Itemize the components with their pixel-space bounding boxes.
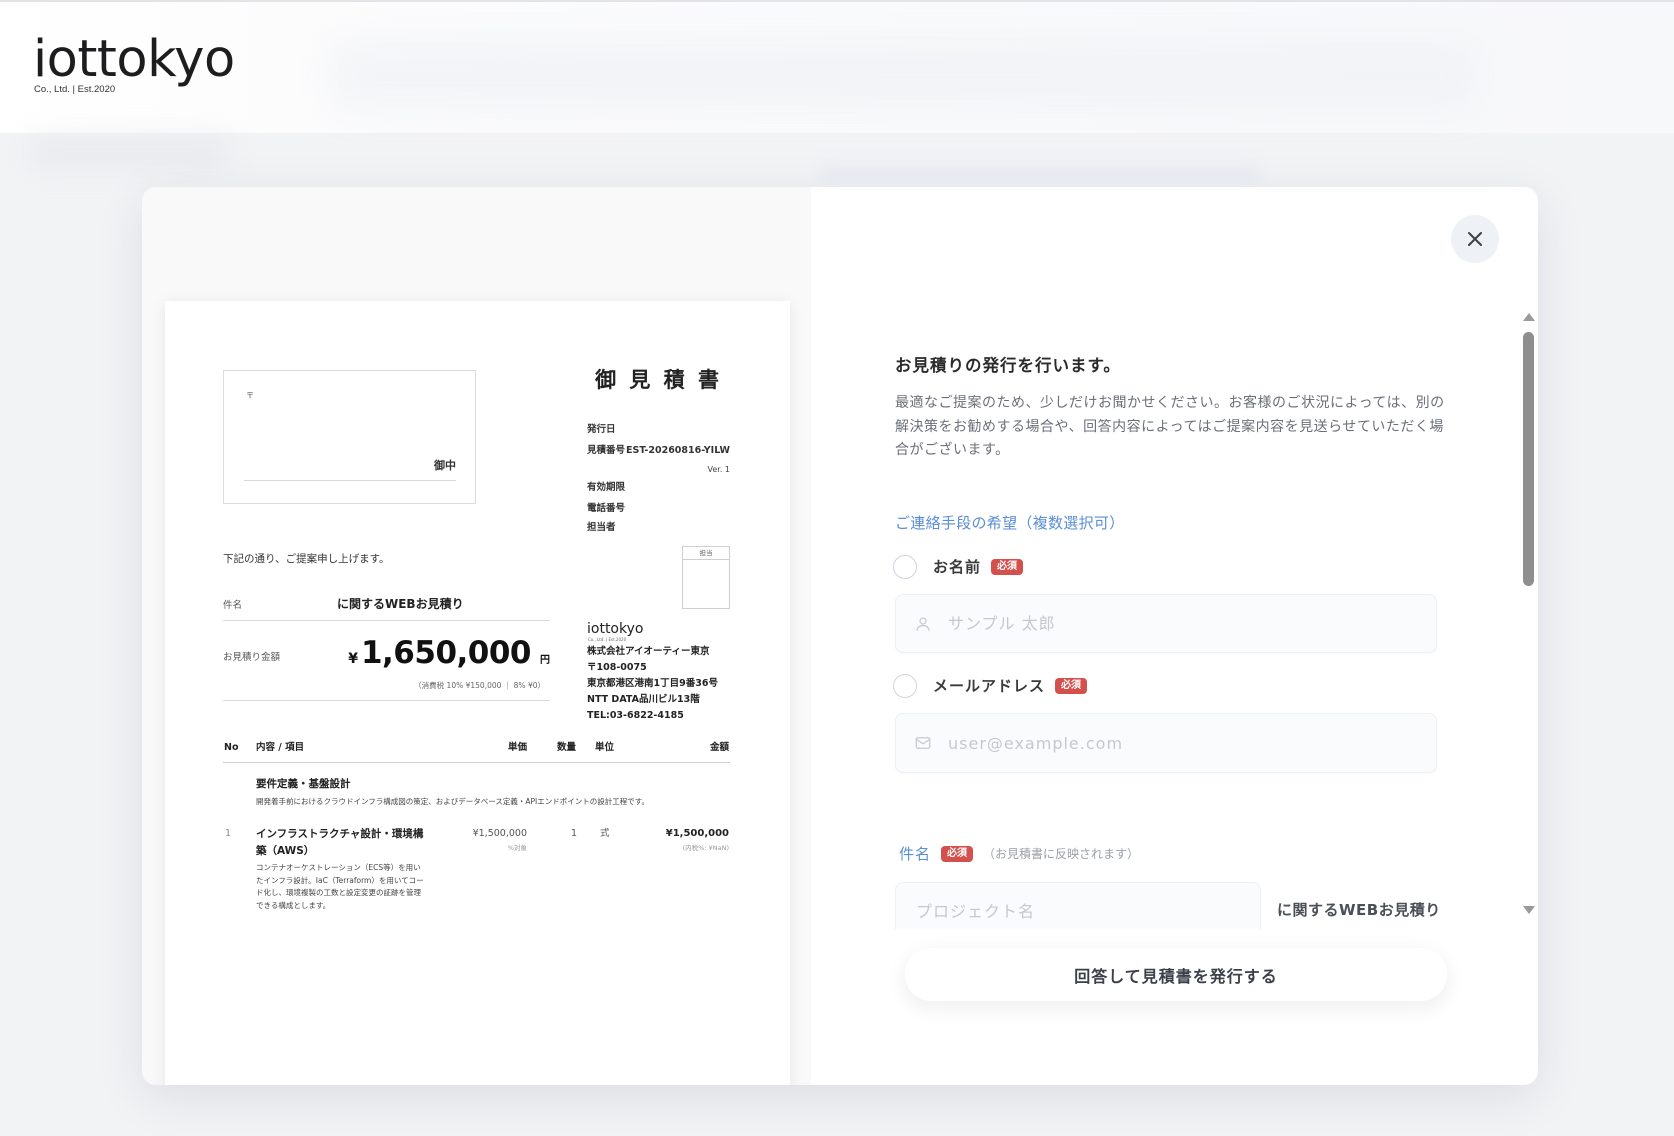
name-input[interactable] <box>948 595 1424 652</box>
scrollbar-thumb[interactable] <box>1523 332 1534 586</box>
amount-unit: 円 <box>540 655 550 666</box>
row-unit: 式 <box>600 828 610 839</box>
issuer-phone: TEL:03-6822-4185 <box>587 710 684 721</box>
required-badge: 必須 <box>941 846 974 862</box>
issuer-address-line: 東京都港区港南1丁目9番36号 <box>587 678 718 689</box>
amount-label: お見積り金額 <box>223 652 281 663</box>
name-option-radio[interactable] <box>893 555 917 579</box>
contact-option-email[interactable]: メールアドレス 必須 <box>893 674 1088 698</box>
tax-note: （消費税 10% ¥150,000 ｜ 8% ¥0） <box>414 681 545 690</box>
recipient-postal-mark: 〒 <box>246 391 254 400</box>
row-amount: ¥1,500,000 <box>665 828 729 839</box>
issuer-building: NTT DATA品川ビル13階 <box>587 694 700 705</box>
meta-version: Ver. 1 <box>707 465 730 474</box>
meta-label-issue-date: 発行日 <box>587 424 616 435</box>
close-icon <box>1468 232 1482 246</box>
project-name-field[interactable] <box>895 882 1261 929</box>
document-title: 御 見 積 書 <box>595 368 722 392</box>
currency-symbol: ¥ <box>348 651 358 667</box>
stamp-label: 担当 <box>683 547 729 560</box>
recipient-box: 〒 御中 <box>223 370 476 504</box>
subject-field-label: 件名 <box>899 845 932 863</box>
subject-divider <box>223 620 550 621</box>
email-input[interactable] <box>948 714 1424 772</box>
row-description: コンテナオーケストレーション（ECS等）を用いたインフラ設計。IaC（Terra… <box>256 863 424 911</box>
table-header: No 内容 / 項目 単価 数量 単位 金額 <box>223 741 730 763</box>
header-nav-backdrop <box>330 40 1480 110</box>
email-option-label[interactable]: メールアドレス <box>933 676 1045 696</box>
row-item-name: インフラストラクチャ設計・環境構築（AWS） <box>256 828 424 857</box>
form-heading: お見積りの発行を行います。 <box>895 356 1121 375</box>
quote-form-scroll-area[interactable]: お見積りの発行を行います。 最適なご提案のため、少しだけお聞かせください。お客様… <box>811 187 1538 929</box>
subject-label: 件名 <box>223 600 243 611</box>
meta-label-quote-number: 見積番号 <box>587 445 626 456</box>
mail-icon <box>915 737 931 749</box>
section-description: 開発着手前におけるクラウドインフラ構成図の策定、およびデータベース定義・APIエ… <box>256 797 650 806</box>
subject-field-note: （お見積書に反映されます） <box>983 847 1140 861</box>
header-qty: 数量 <box>557 742 577 753</box>
subject-value: に関するWEBお見積り <box>337 597 464 611</box>
meta-label-valid-until: 有効期限 <box>587 482 626 493</box>
quote-preview-pane: 〒 御中 御 見 積 書 発行日 見積番号 EST-20260816-YILW … <box>142 187 811 1085</box>
background-blur <box>30 138 230 168</box>
email-option-radio[interactable] <box>893 674 917 698</box>
quote-document: 〒 御中 御 見 積 書 発行日 見積番号 EST-20260816-YILW … <box>165 301 790 1085</box>
header-no: No <box>224 742 239 753</box>
row-qty: 1 <box>571 828 578 839</box>
form-lead: 最適なご提案のため、少しだけお聞かせください。お客様のご状況によっては、別の解決… <box>895 395 1445 458</box>
amount-value: 1,650,000 <box>360 635 532 671</box>
subject-field-label-row: 件名 必須 （お見積書に反映されます） <box>899 844 1139 864</box>
header-item: 内容 / 項目 <box>256 742 305 753</box>
row-number: 1 <box>225 828 232 839</box>
intro-text: 下記の通り、ご提案申し上げます。 <box>223 553 390 565</box>
header-unit-price: 単価 <box>507 742 527 753</box>
row-tax-note: (内税%: ¥NaN) <box>682 844 729 852</box>
close-button[interactable] <box>1451 215 1499 263</box>
row-tax-type: %対象 <box>507 844 527 852</box>
background-blur <box>820 168 1260 178</box>
name-field[interactable] <box>895 594 1437 653</box>
issuer-address: 株式会社アイオーティー東京 〒108-0075 東京都港区港南1丁目9番36号 … <box>587 644 718 724</box>
brand-logo[interactable]: iottokyo <box>33 34 235 85</box>
contact-method-label: ご連絡手段の希望（複数選択可） <box>895 514 1125 532</box>
total-amount: ¥ 1,650,000 円 <box>348 635 550 679</box>
recipient-underline <box>244 480 456 481</box>
project-name-input[interactable] <box>916 883 1248 929</box>
recipient-honorific: 御中 <box>434 459 456 472</box>
issuer-logo-tagline: Co., Ltd. | Est.2020 <box>588 637 627 642</box>
name-option-label[interactable]: お名前 <box>933 557 981 577</box>
required-badge: 必須 <box>991 559 1024 575</box>
scroll-down-arrow-icon[interactable] <box>1523 906 1535 914</box>
user-icon <box>916 616 930 631</box>
scroll-up-arrow-icon[interactable] <box>1523 313 1535 321</box>
issuer-postal-code: 〒108-0075 <box>587 662 647 673</box>
meta-label-person: 担当者 <box>587 522 616 533</box>
issuer-logo: iottokyo <box>587 621 644 637</box>
meta-label-phone: 電話番号 <box>587 503 626 514</box>
contact-option-name[interactable]: お名前 必須 <box>893 555 1024 579</box>
email-field[interactable] <box>895 713 1437 773</box>
line-items-table: No 内容 / 項目 単価 数量 単位 金額 <box>223 741 730 1085</box>
row-unit-price: ¥1,500,000 <box>472 828 527 839</box>
meta-value-quote-number: EST-20260816-YILW <box>626 445 730 456</box>
quote-modal: 〒 御中 御 見 積 書 発行日 見積番号 EST-20260816-YILW … <box>142 187 1538 1085</box>
header-unit: 単位 <box>595 742 615 753</box>
header-amount: 金額 <box>709 742 729 753</box>
site-header <box>0 2 1674 133</box>
required-badge: 必須 <box>1055 678 1088 694</box>
brand-tagline: Co., Ltd. | Est.2020 <box>34 84 116 95</box>
issuer-company-name: 株式会社アイオーティー東京 <box>587 646 710 657</box>
stamp-box: 担当 <box>682 546 730 609</box>
subject-suffix: に関するWEBお見積り <box>1277 901 1441 919</box>
submit-issue-quote-button[interactable]: 回答して見積書を発行する <box>905 948 1447 1001</box>
section-title: 要件定義・基盤設計 <box>256 778 351 790</box>
amount-divider <box>223 700 550 701</box>
